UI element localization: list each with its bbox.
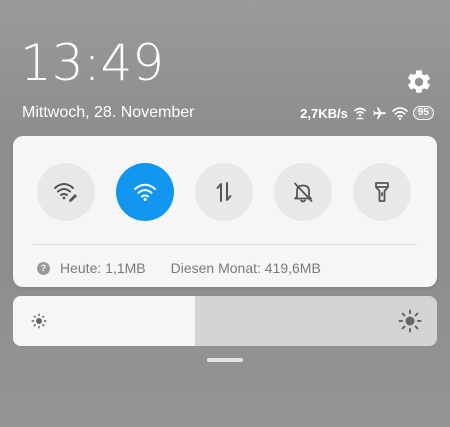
silent-toggle[interactable]	[274, 163, 332, 221]
battery-icon: 95	[412, 106, 434, 120]
settings-gear-icon[interactable]	[405, 68, 433, 96]
wifi-toggle[interactable]	[116, 163, 174, 221]
date-label: Mittwoch, 28. November	[22, 104, 195, 121]
quick-settings-panel: ? Heute: 1,1MB Diesen Monat: 419,6MB	[13, 136, 437, 287]
network-speed: 2,7KB/s	[300, 105, 348, 121]
brightness-high-icon	[398, 309, 422, 333]
flashlight-icon	[375, 182, 389, 202]
bell-off-icon	[294, 182, 313, 203]
clock: 13:49	[20, 34, 165, 92]
quick-toggles-row	[37, 163, 411, 221]
usage-today: Heute: 1,1MB	[60, 260, 146, 276]
drag-handle[interactable]	[207, 358, 243, 362]
brightness-slider[interactable]	[13, 296, 437, 346]
info-icon: ?	[37, 261, 50, 275]
brightness-low-icon	[31, 313, 47, 329]
data-usage-row[interactable]: ? Heute: 1,1MB Diesen Monat: 419,6MB	[37, 260, 321, 276]
flashlight-toggle[interactable]	[353, 163, 411, 221]
hotspot-icon	[354, 107, 366, 120]
panel-divider	[33, 244, 417, 245]
wifi-edit-toggle[interactable]	[37, 163, 95, 221]
usage-month: Diesen Monat: 419,6MB	[170, 260, 321, 276]
data-transfer-icon	[216, 182, 232, 202]
wifi-edit-icon	[54, 183, 77, 202]
wifi-icon	[134, 183, 156, 201]
status-bar: 2,7KB/s 95	[300, 104, 434, 122]
wifi-status-icon	[392, 107, 408, 120]
mobile-data-toggle[interactable]	[195, 163, 253, 221]
airplane-icon	[373, 106, 386, 119]
